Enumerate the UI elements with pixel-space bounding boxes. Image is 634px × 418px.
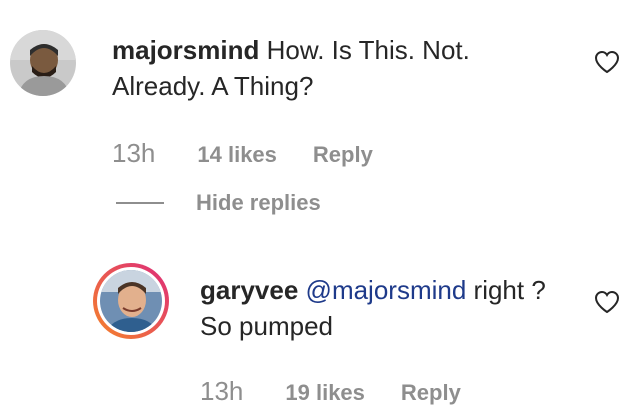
heart-outline-icon[interactable] bbox=[594, 290, 620, 314]
reply-username[interactable]: garyvee bbox=[200, 275, 298, 305]
hide-replies-line bbox=[116, 202, 164, 204]
hide-replies-label: Hide replies bbox=[196, 190, 321, 215]
comment-time: 13h bbox=[112, 138, 156, 168]
reply-button[interactable]: Reply bbox=[401, 380, 461, 406]
comment-body: majorsmind How. Is This. Not. Already. A… bbox=[112, 32, 562, 104]
reply-meta: 13h 19 likes Reply bbox=[200, 376, 461, 407]
hide-replies-button[interactable]: Hide replies bbox=[116, 190, 321, 216]
comment-meta: 13h 14 likes Reply bbox=[112, 138, 373, 169]
avatar-majorsmind[interactable] bbox=[10, 30, 76, 96]
reply-mention[interactable]: @majorsmind bbox=[306, 275, 467, 305]
reply-time: 13h bbox=[200, 376, 244, 406]
reply-body: garyvee @majorsmind right ? So pumped bbox=[200, 272, 580, 344]
reply-likes[interactable]: 19 likes bbox=[285, 380, 365, 406]
heart-outline-icon[interactable] bbox=[594, 50, 620, 74]
avatar-garyvee[interactable] bbox=[92, 262, 170, 340]
comment-likes[interactable]: 14 likes bbox=[197, 142, 277, 168]
comment-username[interactable]: majorsmind bbox=[112, 35, 259, 65]
reply-button[interactable]: Reply bbox=[313, 142, 373, 168]
